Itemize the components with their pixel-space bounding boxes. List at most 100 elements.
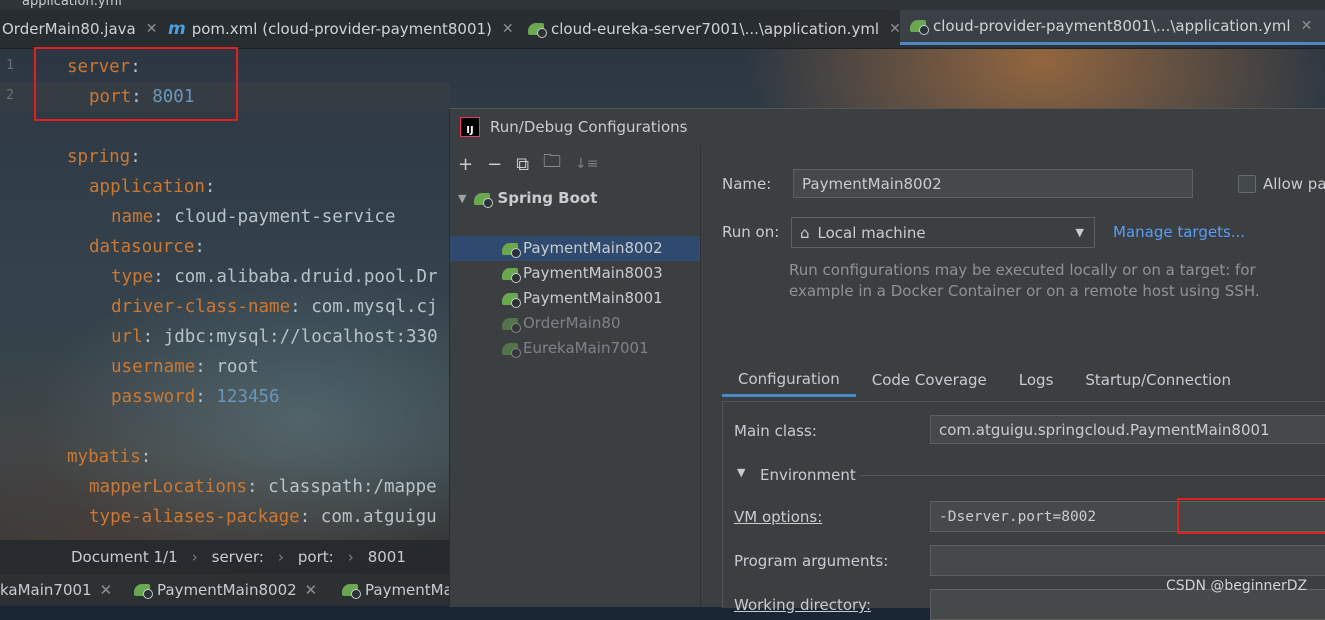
line-number: 2: [6, 88, 14, 103]
close-icon[interactable]: ✕: [1301, 18, 1313, 34]
tab-logs[interactable]: Logs: [1003, 363, 1070, 397]
yaml-separator: :: [290, 297, 312, 317]
run-tab-label: PaymentMa: [365, 581, 453, 599]
home-icon: ⌂: [800, 223, 810, 242]
new-folder-icon[interactable]: 🗀: [543, 149, 561, 179]
program-arguments-field[interactable]: [930, 545, 1325, 576]
yaml-key: type: [111, 267, 154, 287]
sort-icon[interactable]: ↓≡: [575, 156, 598, 172]
code-line: url: jdbc:mysql://localhost:330: [111, 322, 438, 352]
chevron-right-icon: ›: [191, 548, 198, 566]
yaml-separator: :: [299, 507, 321, 527]
tab-label: cloud-provider-payment8001\...\applicati…: [933, 17, 1291, 35]
tree-item-paymentmain8002[interactable]: PaymentMain8002: [502, 236, 663, 261]
yaml-key: url: [111, 327, 143, 347]
tab-configuration[interactable]: Configuration: [722, 363, 856, 397]
spring-boot-icon: [502, 292, 521, 308]
dialog-title: Run/Debug Configurations: [490, 118, 688, 136]
run-tab[interactable]: PaymentMa: [342, 574, 453, 606]
run-debug-configurations-dialog: IJ Run/Debug Configurations + − ⧉ 🗀 ↓≡ ▼…: [449, 108, 1325, 620]
yaml-key: type-aliases-package: [89, 507, 300, 527]
spring-boot-icon: [342, 584, 361, 599]
chevron-down-icon[interactable]: ▼: [737, 466, 745, 479]
close-icon[interactable]: ✕: [502, 21, 514, 37]
yaml-value: classpath:/mappe: [268, 477, 437, 497]
configuration-editor-pane: Name: PaymentMain8002 Allow pa Run on: ⌂…: [700, 145, 1325, 620]
breadcrumb: Document 1/1 › server: › port: › 8001: [0, 540, 450, 574]
yaml-value: jdbc:mysql://localhost:330: [163, 327, 438, 347]
configurations-tree-pane: + − ⧉ 🗀 ↓≡ ▼ Spring Boot PaymentMain8002…: [450, 145, 701, 607]
close-icon[interactable]: ✕: [100, 581, 113, 599]
tree-group-label: Spring Boot: [497, 189, 598, 207]
tab-label: OrderMain80.java: [2, 20, 136, 38]
allow-parallel-checkbox[interactable]: [1238, 175, 1256, 193]
main-class-label: Main class:: [734, 422, 817, 440]
tree-item-paymentmain8001[interactable]: PaymentMain8001: [502, 286, 663, 311]
spring-boot-icon: [528, 23, 547, 38]
breadcrumb-segment[interactable]: port:: [298, 548, 334, 566]
close-icon[interactable]: ✕: [305, 581, 318, 599]
name-field[interactable]: PaymentMain8002: [793, 169, 1193, 198]
editor-tab[interactable]: cloud-eureka-server7001\...\application.…: [528, 10, 901, 48]
manage-targets-link[interactable]: Manage targets...: [1113, 223, 1245, 241]
chevron-right-icon: ›: [347, 548, 354, 566]
title-bar: application.yml: [0, 0, 1325, 10]
add-icon[interactable]: +: [458, 154, 473, 175]
tab-code-coverage[interactable]: Code Coverage: [856, 363, 1003, 397]
chevron-down-icon[interactable]: ▼: [458, 186, 466, 211]
code-editor[interactable]: 1 2 server: port: 8001 spring: application:…: [0, 48, 450, 540]
editor-tab-active[interactable]: cloud-provider-payment8001\...\applicati…: [900, 10, 1325, 45]
environment-section-label[interactable]: Environment: [760, 466, 856, 484]
code-line: password: 123456: [111, 382, 280, 412]
breadcrumb-segment[interactable]: 8001: [368, 548, 406, 566]
tree-item-paymentmain8003[interactable]: PaymentMain8003: [502, 261, 663, 286]
tree-group-spring-boot[interactable]: ▼ Spring Boot: [458, 186, 597, 211]
yaml-separator: :: [195, 387, 217, 407]
hint-line: Run configurations may be executed local…: [789, 261, 1256, 279]
yaml-separator: :: [195, 357, 217, 377]
tab-label: cloud-eureka-server7001\...\application.…: [551, 20, 880, 38]
hint-line: example in a Docker Container or on a re…: [789, 282, 1260, 300]
editor-tab[interactable]: m pom.xml (cloud-provider-payment8001) ✕: [168, 10, 514, 48]
allow-parallel-label: Allow pa: [1263, 175, 1325, 193]
breadcrumb-segment[interactable]: server:: [212, 548, 264, 566]
editor-tab-bar: OrderMain80.java ✕ m pom.xml (cloud-prov…: [0, 10, 1325, 49]
spring-boot-icon: [134, 584, 153, 599]
close-icon[interactable]: ✕: [146, 21, 158, 37]
breadcrumb-document[interactable]: Document 1/1: [71, 548, 178, 566]
section-divider: [860, 475, 1325, 476]
remove-icon[interactable]: −: [487, 154, 502, 175]
tab-startup-connection[interactable]: Startup/Connection: [1069, 363, 1247, 397]
yaml-separator: :: [153, 267, 175, 287]
tree-item-label: OrderMain80: [523, 314, 621, 332]
yaml-separator: :: [194, 237, 205, 257]
editor-tab[interactable]: OrderMain80.java ✕: [2, 10, 157, 48]
window-title: application.yml: [22, 0, 122, 9]
yaml-value: com.alibaba.druid.pool.Dr: [174, 267, 438, 287]
spring-boot-icon: [474, 192, 494, 208]
dialog-title-bar[interactable]: IJ Run/Debug Configurations: [450, 109, 1325, 145]
yaml-key: name: [111, 207, 154, 227]
run-on-select[interactable]: ⌂ Local machine ▼: [791, 217, 1095, 248]
tree-item-eurekamain7001[interactable]: EurekaMain7001: [502, 336, 649, 361]
tree-item-ordermain80[interactable]: OrderMain80: [502, 311, 621, 336]
run-tab[interactable]: kaMain7001 ✕: [0, 574, 112, 606]
working-directory-label: Working directory:: [734, 596, 872, 614]
copy-icon[interactable]: ⧉: [516, 154, 529, 175]
highlight-box-port: [34, 47, 238, 121]
chevron-right-icon: ›: [277, 548, 284, 566]
run-on-hint: Run configurations may be executed local…: [789, 260, 1269, 302]
watermark: CSDN @beginnerDZ: [1166, 578, 1308, 594]
code-line: name: cloud-payment-service: [111, 202, 396, 232]
code-line: application:: [89, 172, 215, 202]
run-on-label: Run on:: [722, 223, 780, 241]
run-tab[interactable]: PaymentMain8002 ✕: [134, 574, 317, 606]
yaml-key: username: [111, 357, 196, 377]
yaml-value: com.atguigu: [320, 507, 437, 527]
yaml-separator: :: [204, 177, 216, 197]
yaml-value: cloud-payment-service: [174, 207, 396, 227]
yaml-key: mybatis: [67, 447, 141, 467]
line-number: 1: [6, 58, 14, 73]
tab-label: pom.xml (cloud-provider-payment8001): [191, 20, 492, 38]
main-class-field[interactable]: com.atguigu.springcloud.PaymentMain8001: [930, 415, 1325, 444]
